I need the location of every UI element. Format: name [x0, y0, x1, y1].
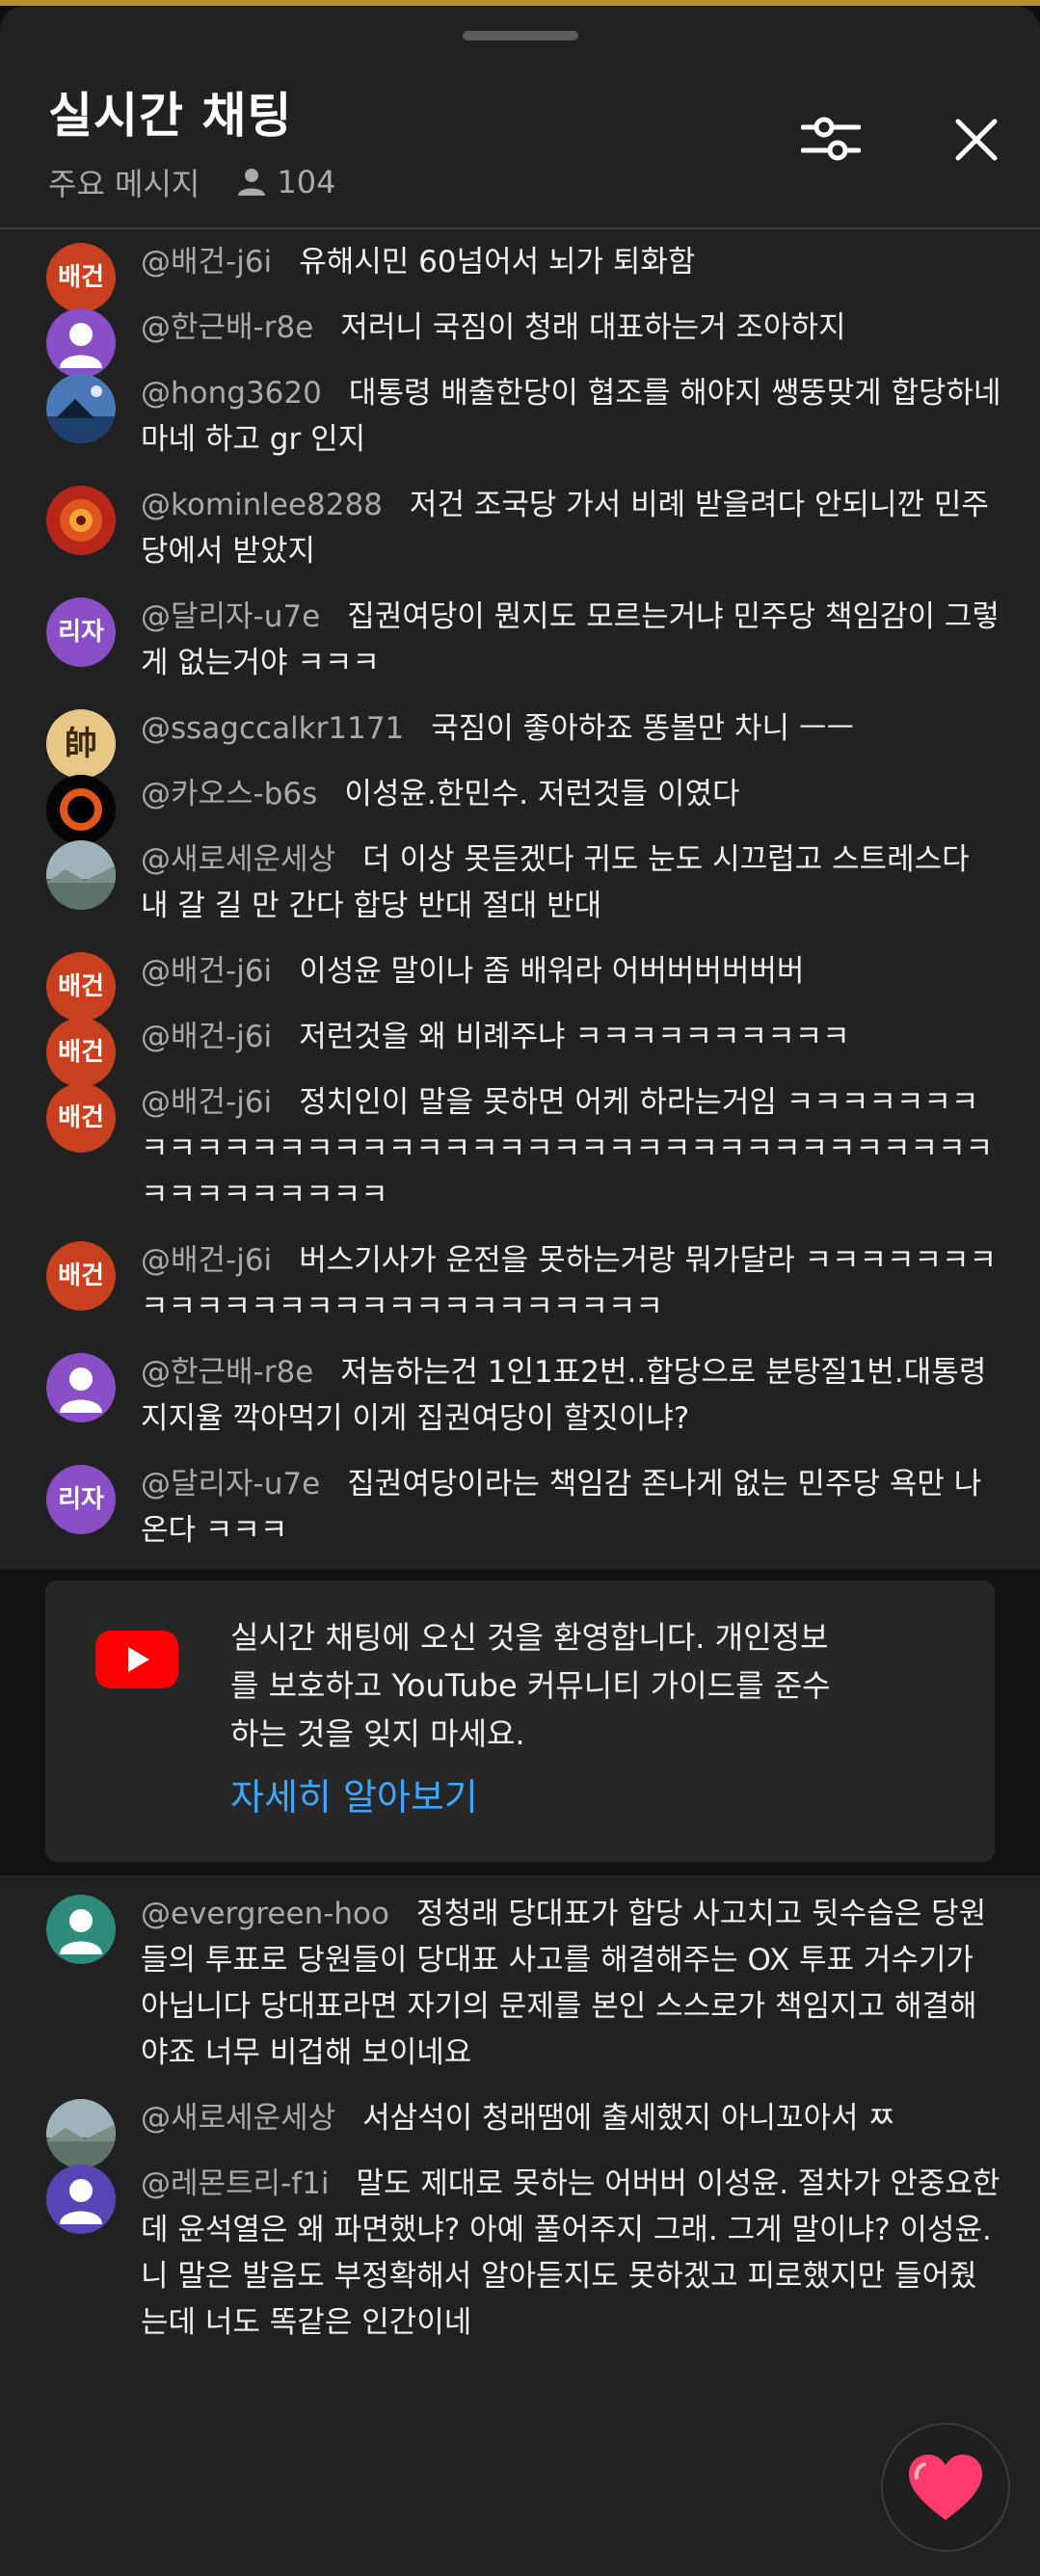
message-author[interactable]: @새로세운세상 [141, 2101, 335, 2136]
message-author[interactable]: @배건-j6i [141, 245, 272, 279]
viewer-count: 104 [277, 164, 336, 200]
message-author[interactable]: @새로세운세상 [141, 842, 335, 877]
default-avatar-icon [60, 1368, 102, 1413]
chat-filter-button[interactable] [798, 106, 864, 172]
chat-message: @새로세운세상 서삼석이 청래땜에 출세했지 아니꼬아서 ㅉ [0, 2085, 1040, 2168]
chat-message: 帥 @ssagccalkr1171 국짐이 좋아하죠 똥볼만 차니 ㅡㅡ [0, 696, 1040, 779]
message-text: 저러니 국짐이 청래 대표하는거 조아하지 [340, 310, 846, 345]
message-text: 서삼석이 청래땜에 출세했지 아니꼬아서 ㅉ [362, 2101, 895, 2136]
message-author[interactable]: @레몬트리-f1i [141, 2166, 330, 2201]
welcome-card: 실시간 채팅에 오신 것을 환영합니다. 개인정보를 보호하고 YouTube … [45, 1580, 995, 1862]
chat-message: 배건 @배건-j6i 유해시민 60넘어서 뇌가 퇴화함 [0, 229, 1040, 312]
close-button[interactable] [943, 106, 1010, 173]
avatar[interactable] [46, 1895, 116, 1964]
welcome-banner: 실시간 채팅에 오신 것을 환영합니다. 개인정보를 보호하고 YouTube … [0, 1569, 1040, 1875]
chat-message: @evergreen-hoo 정청래 당대표가 합당 사고치고 뒷수습은 당원들의… [0, 1881, 1040, 2085]
chat-message: @새로세운세상 더 이상 못듣겠다 귀도 눈도 시끄럽고 스트레스다 내 갈 길 … [0, 827, 1040, 939]
message-text: 국짐이 좋아하죠 똥볼만 차니 ㅡㅡ [431, 711, 854, 746]
chat-message: 배건 @배건-j6i 정치인이 말을 못하면 어케 하라는거임 ㅋㅋㅋㅋㅋㅋㅋㅋㅋ… [0, 1070, 1040, 1228]
avatar[interactable] [46, 2164, 116, 2234]
message-author[interactable]: @한근배-r8e [141, 310, 313, 345]
default-avatar-icon [60, 1909, 102, 1954]
avatar[interactable] [46, 486, 116, 555]
chat-message: @카오스-b6s 이성윤.한민수. 저런것들 이였다 [0, 761, 1040, 844]
message-author[interactable]: @ssagccalkr1171 [141, 711, 404, 746]
live-chat-sheet: 실시간 채팅 주요 메시지 104 배건 @배건-j6i 유해시민 60넘어서 뇌… [0, 6, 1040, 2576]
chat-title: 실시간 채팅 [48, 88, 293, 144]
chat-message: 배건 @배건-j6i 이성윤 말이나 좀 배워라 어버버버버버버 [0, 939, 1040, 1022]
chat-feed[interactable]: 배건 @배건-j6i 유해시민 60넘어서 뇌가 퇴화함 @한근배-r8e 저러니 … [0, 229, 1040, 2355]
person-icon [234, 165, 269, 199]
message-author[interactable]: @kominlee8288 [141, 488, 383, 522]
avatar[interactable]: 리자 [46, 598, 116, 667]
welcome-message: 실시간 채팅에 오신 것을 환영합니다. 개인정보를 보호하고 YouTube … [230, 1619, 831, 1752]
chat-message: 리자 @달리자-u7e 집권여당이 뭔지도 모르는거냐 민주당 책임감이 그렇게 … [0, 584, 1040, 696]
chat-message: @한근배-r8e 저놈하는건 1인1표2번..합당으로 분탕질1번.대통령지지율 … [0, 1340, 1040, 1451]
chat-message: 리자 @달리자-u7e 집권여당이라는 책임감 존나게 없는 민주당 욕만 나온다… [0, 1451, 1040, 1563]
message-author[interactable]: @배건-j6i [141, 954, 272, 989]
close-icon [955, 119, 998, 161]
landscape-avatar-image [46, 374, 116, 443]
message-author[interactable]: @달리자-u7e [141, 599, 320, 634]
tune-icon [801, 117, 861, 161]
flower-avatar-image [46, 486, 116, 555]
message-author[interactable]: @한근배-r8e [141, 1355, 313, 1390]
chat-mode-label[interactable]: 주요 메시지 [48, 160, 200, 204]
message-author[interactable]: @배건-j6i [141, 1085, 272, 1120]
chat-message: @한근배-r8e 저러니 국짐이 청래 대표하는거 조아하지 [0, 295, 1040, 378]
learn-more-link[interactable]: 자세히 알아보기 [230, 1767, 478, 1820]
chat-message: 배건 @배건-j6i 버스기사가 운전을 못하는거랑 뭐가달라 ㅋㅋㅋㅋㅋㅋㅋㅋㅋ… [0, 1228, 1040, 1340]
chat-message: @kominlee8288 저건 조국당 가서 비례 받을려다 안되니깐 민주당에… [0, 472, 1040, 584]
heart-icon [909, 2455, 982, 2520]
avatar[interactable]: 배건 [46, 1241, 116, 1311]
chat-message: @레몬트리-f1i 말도 제대로 못하는 어버버 이성윤. 절차가 안중요한데 윤… [0, 2151, 1040, 2355]
message-author[interactable]: @hong3620 [141, 376, 322, 411]
reaction-button[interactable] [881, 2423, 1010, 2552]
scenery-avatar-image [46, 840, 116, 910]
message-author[interactable]: @evergreen-hoo [141, 1897, 389, 1931]
chat-message: @hong3620 대통령 배출한당이 협조를 해야지 쌩뚱맞게 합당하네 마네 … [0, 360, 1040, 472]
message-text: 이성윤 말이나 좀 배워라 어버버버버버버 [299, 954, 805, 989]
drag-handle[interactable] [463, 31, 578, 40]
default-avatar-icon [60, 2179, 102, 2224]
message-author[interactable]: @카오스-b6s [141, 777, 317, 811]
chat-message: 배건 @배건-j6i 저런것을 왜 비례주냐 ㅋㅋㅋㅋㅋㅋㅋㅋㅋㅋ [0, 1004, 1040, 1087]
message-text: 이성윤.한민수. 저런것들 이였다 [344, 777, 740, 811]
message-text: 유해시민 60넘어서 뇌가 퇴화함 [299, 245, 696, 279]
avatar[interactable] [46, 1353, 116, 1422]
avatar[interactable]: 리자 [46, 1465, 116, 1534]
chat-mode-row[interactable]: 주요 메시지 104 [48, 160, 335, 204]
message-text: 저런것을 왜 비례주냐 ㅋㅋㅋㅋㅋㅋㅋㅋㅋㅋ [299, 1020, 850, 1054]
message-author[interactable]: @배건-j6i [141, 1020, 272, 1054]
message-author[interactable]: @달리자-u7e [141, 1467, 320, 1501]
youtube-logo-icon [95, 1631, 178, 1688]
avatar[interactable] [46, 374, 116, 443]
avatar[interactable]: 배건 [46, 1083, 116, 1153]
message-author[interactable]: @배건-j6i [141, 1243, 272, 1278]
avatar[interactable] [46, 840, 116, 910]
